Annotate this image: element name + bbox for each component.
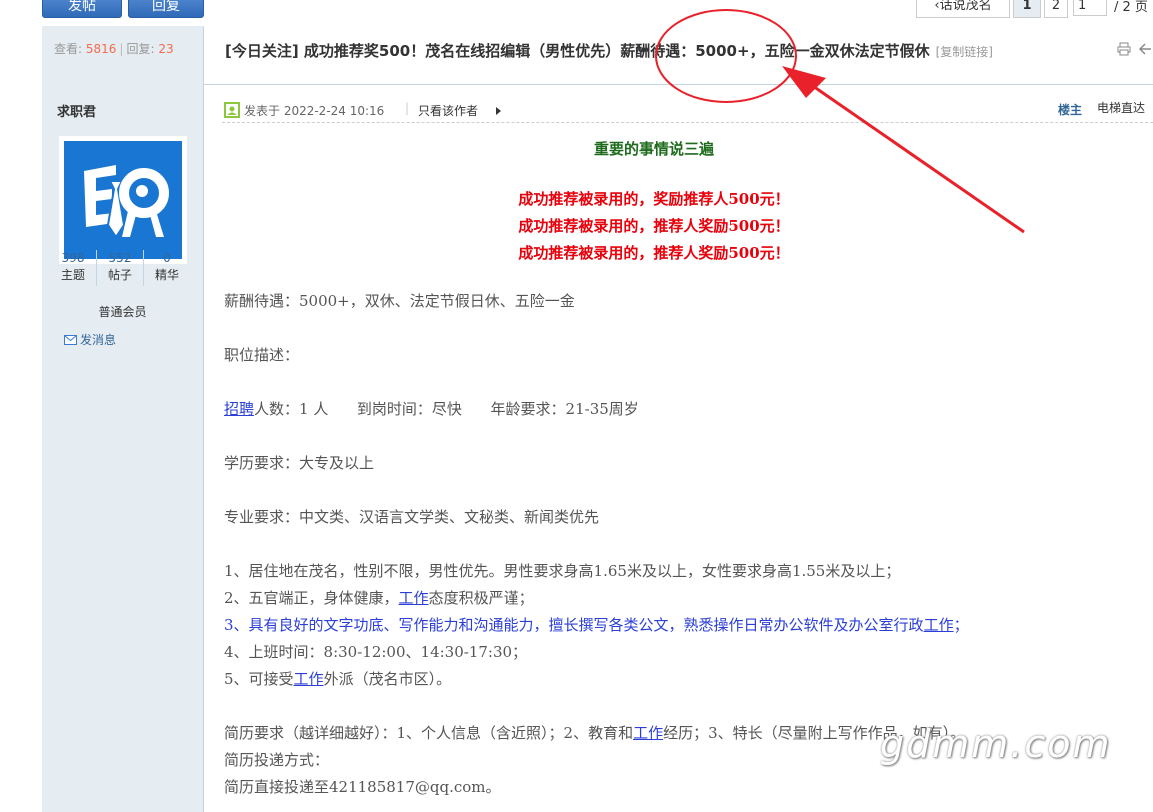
print-icon[interactable]	[1117, 42, 1131, 56]
send-message-link[interactable]: 发消息	[64, 331, 116, 348]
resume-requirements: 简历要求（越详细越好）：1、个人信息（含近照）；2、教育和工作经历；3、特长（尽…	[224, 722, 965, 743]
thread-title-bar: [今日关注] 成功推荐奖500！茂名在线招编辑（男性优先）薪酬待遇：5000+，…	[204, 26, 1153, 85]
post-time: 发表于 2022-2-24 10:16	[244, 104, 385, 118]
replies-label: 回复:	[126, 42, 155, 56]
copy-link-button[interactable]: [复制链接]	[936, 45, 993, 59]
digest-label: 精华	[154, 268, 179, 282]
back-to-forum-button[interactable]: ‹话说茂名	[916, 0, 1010, 18]
resume-requirements-text: 简历要求（越详细越好）：1、个人信息（含近照）；2、教育和	[224, 724, 634, 742]
reward-line-1: 成功推荐被录用的，奖励推荐人500元！	[518, 190, 790, 208]
recruit-link[interactable]: 招聘	[224, 400, 254, 418]
recruit-line-text: 人数：1 人 到岗时间：尽快 年龄要求：21-35周岁	[254, 400, 639, 418]
requirement-3-text: 3、具有良好的文字功底、写作能力和沟通能力，擅长撰写各类公文，熟悉操作日常办公软…	[224, 616, 924, 634]
author-counts: 398 主题 552 帖子 0 精华	[50, 250, 190, 286]
major-line: 专业要求：中文类、汉语言文学类、文秘类、新闻类优先	[224, 508, 600, 526]
requirement-2-text: 2、五官端正，身体健康，	[224, 589, 399, 607]
page-2-button[interactable]: 2	[1044, 0, 1068, 18]
post-heading: 重要的事情说三遍	[593, 140, 714, 158]
topics-count[interactable]: 398 主题	[50, 250, 97, 286]
only-author-link[interactable]: 只看该作者	[418, 102, 478, 119]
send-message-label: 发消息	[80, 333, 117, 347]
delivery-method-label: 简历投递方式：	[224, 751, 330, 769]
reward-line-2: 成功推荐被录用的，推荐人奖励500元！	[518, 217, 790, 235]
thread-title-text: [今日关注] 成功推荐奖500！茂名在线招编辑（男性优先）薪酬待遇：5000+，…	[225, 42, 930, 60]
views-count: 5816	[85, 42, 117, 56]
member-rank: 普通会员	[98, 305, 147, 319]
page-1-button[interactable]: 1	[1013, 0, 1041, 18]
replies-count: 23	[158, 42, 174, 56]
education-line: 学历要求：大专及以上	[224, 454, 375, 472]
page-total: / 2 页	[1114, 0, 1148, 15]
requirement-5: 5、可接受工作外派（茂名市区）。	[224, 668, 451, 689]
jobseeker-logo-icon	[64, 141, 182, 259]
thread-stats: 查看: 5816 | 回复: 23	[54, 42, 174, 56]
page-jump-input[interactable]: 1	[1073, 0, 1107, 16]
views-label: 查看:	[54, 42, 83, 56]
recruit-line: 招聘人数：1 人 到岗时间：尽快 年龄要求：21-35周岁	[224, 398, 639, 419]
requirement-1: 1、居住地在茂名，性别不限，男性优先。男性要求身高1.65米及以上，女性要求身高…	[224, 562, 901, 580]
envelope-icon	[64, 335, 77, 345]
prev-thread-icon[interactable]	[1139, 42, 1151, 56]
requirement-3: 3、具有良好的文字功底、写作能力和沟通能力，擅长撰写各类公文，熟悉操作日常办公软…	[224, 614, 969, 635]
caret-right-icon	[496, 107, 501, 115]
requirement-2: 2、五官端正，身体健康，工作态度积极严谨；	[224, 587, 534, 608]
posts-value: 552	[108, 251, 132, 265]
posts-label: 帖子	[107, 268, 132, 282]
author-name[interactable]: 求职君	[57, 101, 96, 120]
author-sidebar: 查看: 5816 | 回复: 23 求职君 398 主题 552 帖子 0 精华…	[42, 26, 204, 812]
back-to-forum-label: 话说茂名	[939, 0, 992, 13]
post-button[interactable]: 发帖	[42, 0, 122, 18]
digest-count[interactable]: 0 精华	[144, 250, 190, 286]
requirement-5-text: 5、可接受	[224, 670, 294, 688]
work-link-3[interactable]: 工作	[294, 670, 324, 688]
elevator-jump-link[interactable]: 电梯直达	[1097, 99, 1145, 116]
requirement-4: 4、上班时间：8:30-12:00、14:30-17:30；	[224, 643, 528, 661]
work-link-4[interactable]: 工作	[633, 724, 663, 742]
requirement-2-text-end: 态度积极严谨；	[428, 589, 534, 607]
topics-label: 主题	[60, 268, 85, 282]
requirement-5-text-end: 外派（茂名市区）。	[323, 670, 452, 688]
posts-count[interactable]: 552 帖子	[97, 250, 144, 286]
work-link-2[interactable]: 工作	[924, 616, 954, 634]
salary-line: 薪酬待遇：5000+，双休、法定节假日休、五险一金	[224, 292, 575, 310]
site-watermark: gdmm.com	[880, 722, 1112, 766]
work-link-1[interactable]: 工作	[399, 589, 429, 607]
top-toolbar: 发帖 回复 ‹话说茂名 1 2 1 / 2 页	[0, 0, 1153, 26]
reply-button[interactable]: 回复	[128, 0, 204, 18]
avatar[interactable]	[59, 136, 187, 264]
floor-owner-label: 楼主	[1058, 103, 1083, 117]
job-description-label: 职位描述：	[224, 346, 300, 364]
digest-value: 0	[163, 251, 171, 265]
requirement-3-text-end: ；	[953, 616, 969, 634]
post-header: 发表于 2022-2-24 10:16 | 只看该作者 楼主 电梯直达	[222, 98, 1153, 123]
topics-value: 398	[61, 251, 85, 265]
thread-title: [今日关注] 成功推荐奖500！茂名在线招编辑（男性优先）薪酬待遇：5000+，…	[225, 40, 993, 61]
reward-line-3: 成功推荐被录用的，推荐人奖励500元！	[518, 244, 790, 262]
online-user-icon	[224, 102, 240, 118]
post-header-separator: |	[405, 101, 410, 115]
delivery-email-line: 简历直接投递至421185817@qq.com。	[224, 778, 501, 796]
